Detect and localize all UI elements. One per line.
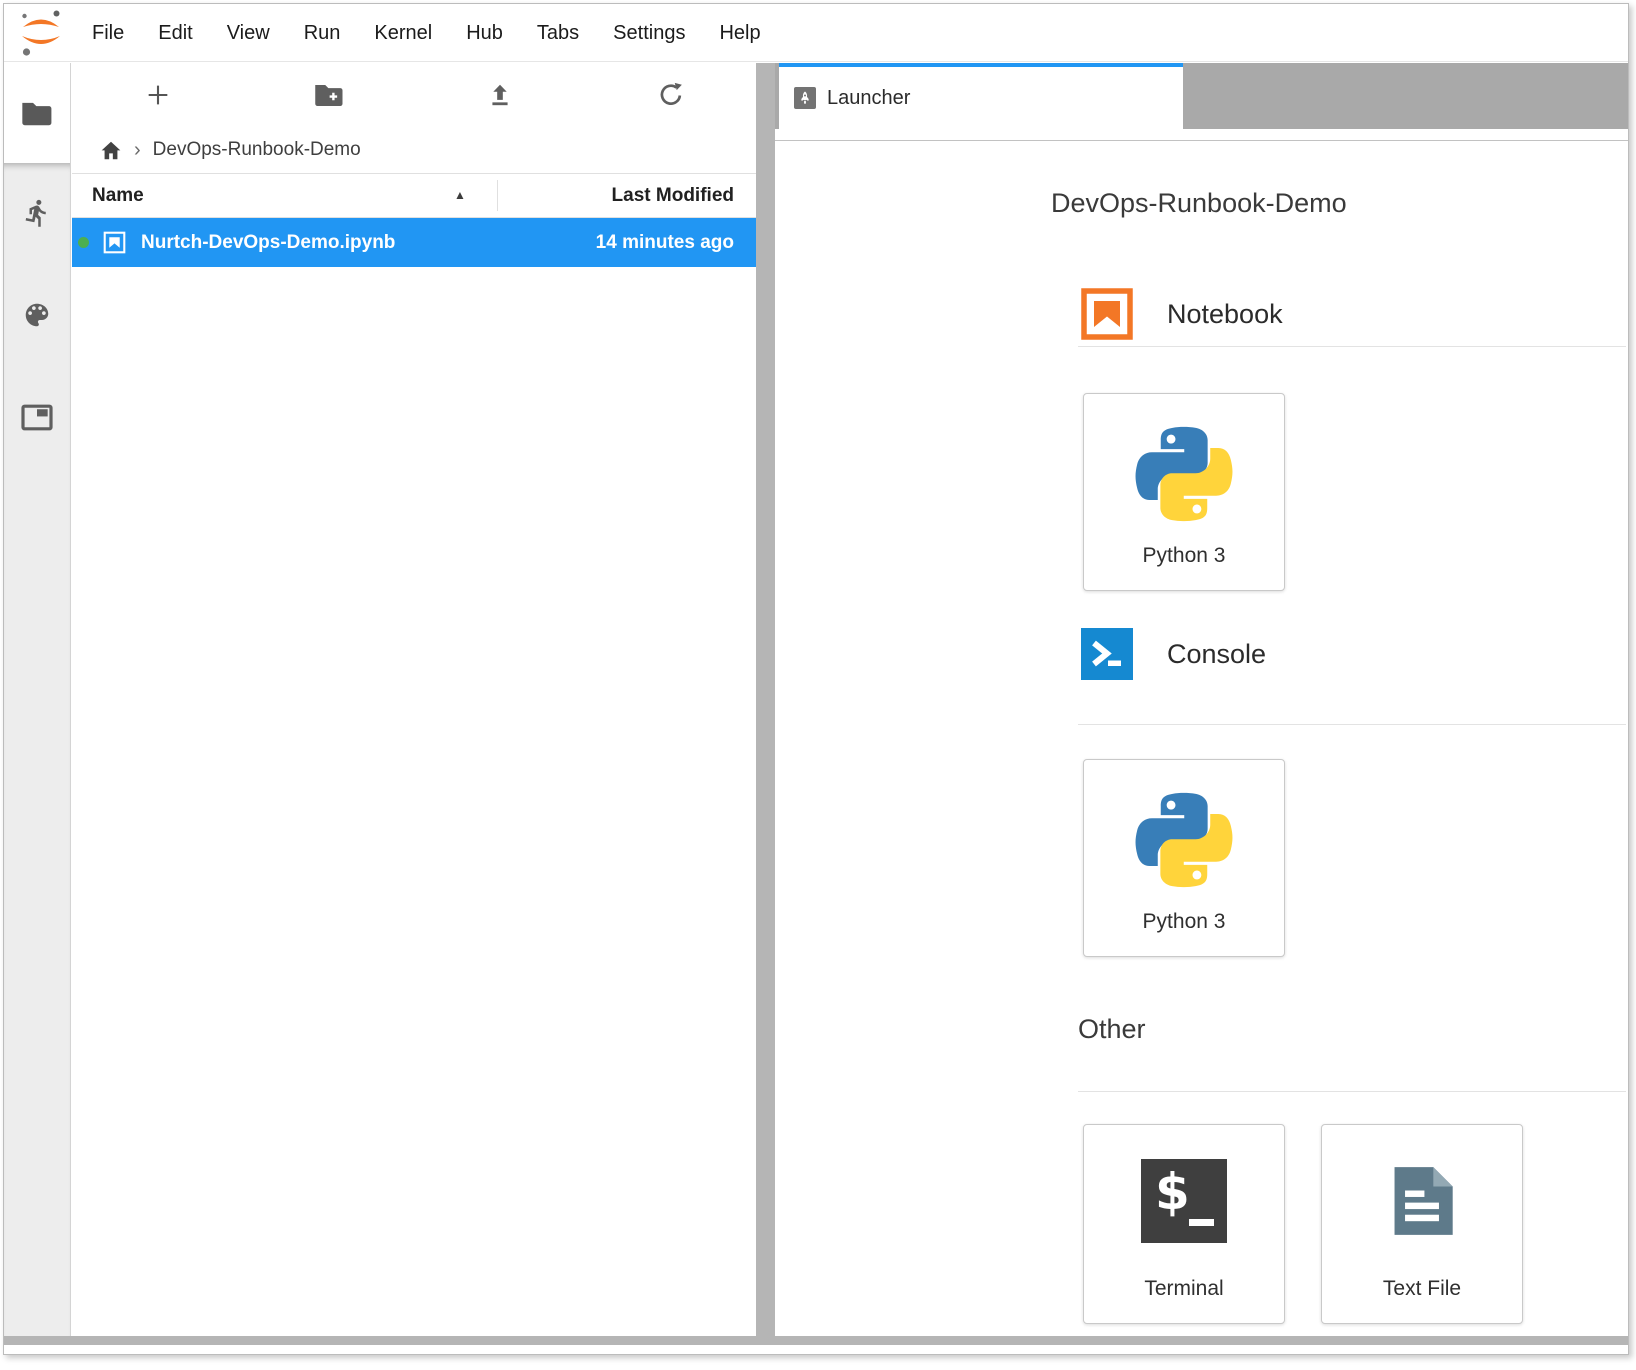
sort-ascending-icon: ▲ (454, 174, 466, 217)
menu-hub[interactable]: Hub (449, 5, 520, 61)
running-man-icon (22, 198, 52, 228)
card-label: Python 3 (1084, 544, 1284, 568)
sidebar-background (4, 163, 70, 1345)
rocket-icon (794, 87, 816, 109)
menu-items: File Edit View Run Kernel Hub Tabs Setti… (75, 5, 778, 61)
python-logo-icon (1084, 788, 1284, 892)
new-folder-icon (314, 82, 344, 108)
sidebar-item-files[interactable] (4, 63, 70, 163)
tabs-icon (21, 404, 53, 431)
launcher-card-console-python3[interactable]: Python 3 (1083, 759, 1285, 957)
text-file-icon (1322, 1159, 1522, 1243)
file-browser-toolbar (72, 63, 756, 127)
menu-help[interactable]: Help (702, 5, 777, 61)
section-console: Console (1081, 628, 1266, 680)
section-other: Other (1078, 1014, 1146, 1045)
new-folder-button[interactable] (243, 82, 414, 108)
home-icon[interactable] (100, 140, 122, 161)
sidebar-item-command-palette[interactable] (21, 299, 53, 331)
jupyterlab-window: File Edit View Run Kernel Hub Tabs Setti… (3, 3, 1629, 1355)
upload-icon (487, 81, 513, 109)
section-divider (1078, 724, 1626, 725)
new-launcher-button[interactable] (72, 81, 243, 109)
section-other-label: Other (1078, 1014, 1146, 1045)
sidebar-item-open-tabs[interactable] (21, 401, 53, 433)
tab-underbar (775, 129, 1628, 141)
refresh-icon (657, 81, 685, 109)
panel-splitter[interactable] (756, 63, 775, 1345)
breadcrumb: › DevOps-Runbook-Demo (72, 127, 756, 173)
file-list-header: Name ▲ Last Modified (72, 173, 756, 218)
launcher-card-text-file[interactable]: Text File (1321, 1124, 1523, 1324)
menu-run[interactable]: Run (287, 5, 358, 61)
launcher-card-notebook-python3[interactable]: Python 3 (1083, 393, 1285, 591)
sidebar-item-running-sessions[interactable] (21, 197, 53, 229)
tab-bar: Launcher (775, 63, 1628, 129)
notebook-file-icon (102, 230, 127, 255)
plus-icon (144, 81, 172, 109)
launcher-body: DevOps-Runbook-Demo Notebook (775, 142, 1628, 1345)
menu-view[interactable]: View (210, 5, 287, 61)
folder-icon (21, 100, 53, 127)
card-label: Terminal (1084, 1277, 1284, 1301)
palette-icon (22, 300, 52, 330)
menu-edit[interactable]: Edit (141, 5, 209, 61)
breadcrumb-current-folder[interactable]: DevOps-Runbook-Demo (153, 139, 361, 161)
tab-launcher-label: Launcher (827, 87, 910, 110)
upload-button[interactable] (414, 81, 585, 109)
menu-bar: File Edit View Run Kernel Hub Tabs Setti… (4, 4, 1628, 62)
section-console-label: Console (1167, 639, 1266, 670)
section-notebook-label: Notebook (1167, 299, 1283, 330)
menu-settings[interactable]: Settings (596, 5, 702, 61)
terminal-icon: $ (1084, 1159, 1284, 1243)
window-bottom-edge (4, 1336, 1628, 1345)
section-divider (1078, 346, 1626, 347)
jupyter-logo-icon (19, 8, 63, 58)
menu-kernel[interactable]: Kernel (357, 5, 449, 61)
file-last-modified: 14 minutes ago (596, 232, 734, 254)
card-label: Python 3 (1084, 910, 1284, 934)
breadcrumb-separator: › (134, 139, 141, 162)
main-area: › DevOps-Runbook-Demo Name ▲ Last Modifi… (4, 63, 1628, 1345)
refresh-button[interactable] (585, 81, 756, 109)
section-divider (1078, 1091, 1626, 1092)
console-icon (1081, 628, 1133, 680)
launcher-title: DevOps-Runbook-Demo (1051, 188, 1347, 219)
tab-launcher[interactable]: Launcher (779, 63, 1183, 129)
menu-tabs[interactable]: Tabs (520, 5, 596, 61)
section-notebook: Notebook (1081, 288, 1283, 340)
menu-file[interactable]: File (75, 5, 141, 61)
running-kernel-indicator (78, 237, 89, 248)
launcher-panel: Launcher DevOps-Runbook-Demo Notebook (775, 63, 1628, 1345)
file-browser-panel: › DevOps-Runbook-Demo Name ▲ Last Modifi… (72, 63, 756, 1345)
file-row-selected[interactable]: Nurtch-DevOps-Demo.ipynb 14 minutes ago (72, 218, 756, 267)
card-label: Text File (1322, 1277, 1522, 1301)
python-logo-icon (1084, 422, 1284, 526)
notebook-icon (1081, 288, 1133, 340)
file-name: Nurtch-DevOps-Demo.ipynb (141, 232, 596, 254)
launcher-card-terminal[interactable]: $ Terminal (1083, 1124, 1285, 1324)
left-sidebar (4, 63, 71, 1345)
column-header-last-modified[interactable]: Last Modified (612, 174, 734, 217)
column-header-name[interactable]: Name (92, 174, 144, 217)
column-divider (497, 180, 498, 211)
